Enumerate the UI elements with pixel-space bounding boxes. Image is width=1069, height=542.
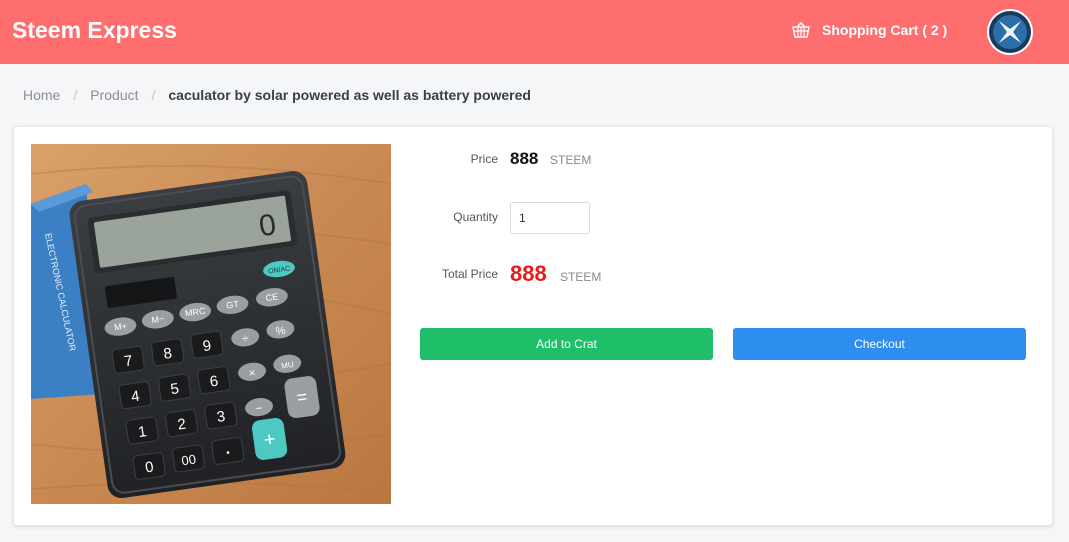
quantity-label: Quantity xyxy=(453,210,498,224)
key-mminus: M− xyxy=(151,314,165,326)
top-navbar: Steem Express Shopping Cart ( 2 ) xyxy=(0,0,1069,64)
total-price-label: Total Price xyxy=(441,267,498,281)
price-unit: STEEM xyxy=(550,153,592,167)
checkout-button[interactable]: Checkout xyxy=(733,328,1026,360)
breadcrumb: Home / Product / caculator by solar powe… xyxy=(23,87,531,103)
total-price-unit: STEEM xyxy=(560,270,602,284)
breadcrumb-separator: / xyxy=(73,87,78,103)
brand-logo-text[interactable]: Steem Express xyxy=(12,17,177,44)
key-mplus: M+ xyxy=(113,321,127,333)
user-avatar[interactable] xyxy=(987,9,1033,55)
breadcrumb-product[interactable]: Product xyxy=(90,87,138,103)
price-label: Price xyxy=(470,152,498,166)
shopping-cart-label: Shopping Cart ( 2 ) xyxy=(822,22,948,38)
product-image: ELECTRONIC CALCULATOR 0 ON/AC M+ M− MRC … xyxy=(31,144,391,504)
total-price-value: 888 xyxy=(510,261,547,286)
basket-icon xyxy=(792,22,810,38)
breadcrumb-home[interactable]: Home xyxy=(23,87,60,103)
breadcrumb-current: caculator by solar powered as well as ba… xyxy=(168,87,531,103)
key-pct: % xyxy=(275,325,287,338)
quantity-input[interactable] xyxy=(510,202,590,234)
add-to-cart-button[interactable]: Add to Crat xyxy=(420,328,713,360)
key-gt: GT xyxy=(226,299,240,311)
key-mu: MU xyxy=(281,360,295,371)
steem-logo-icon xyxy=(989,11,1031,53)
key-ce: CE xyxy=(265,291,279,303)
key-00: 00 xyxy=(180,451,196,468)
price-value: 888 xyxy=(510,149,539,168)
shopping-cart-link[interactable]: Shopping Cart ( 2 ) xyxy=(792,22,947,38)
product-card: ELECTRONIC CALCULATOR 0 ON/AC M+ M− MRC … xyxy=(13,126,1053,526)
breadcrumb-separator: / xyxy=(151,87,156,103)
